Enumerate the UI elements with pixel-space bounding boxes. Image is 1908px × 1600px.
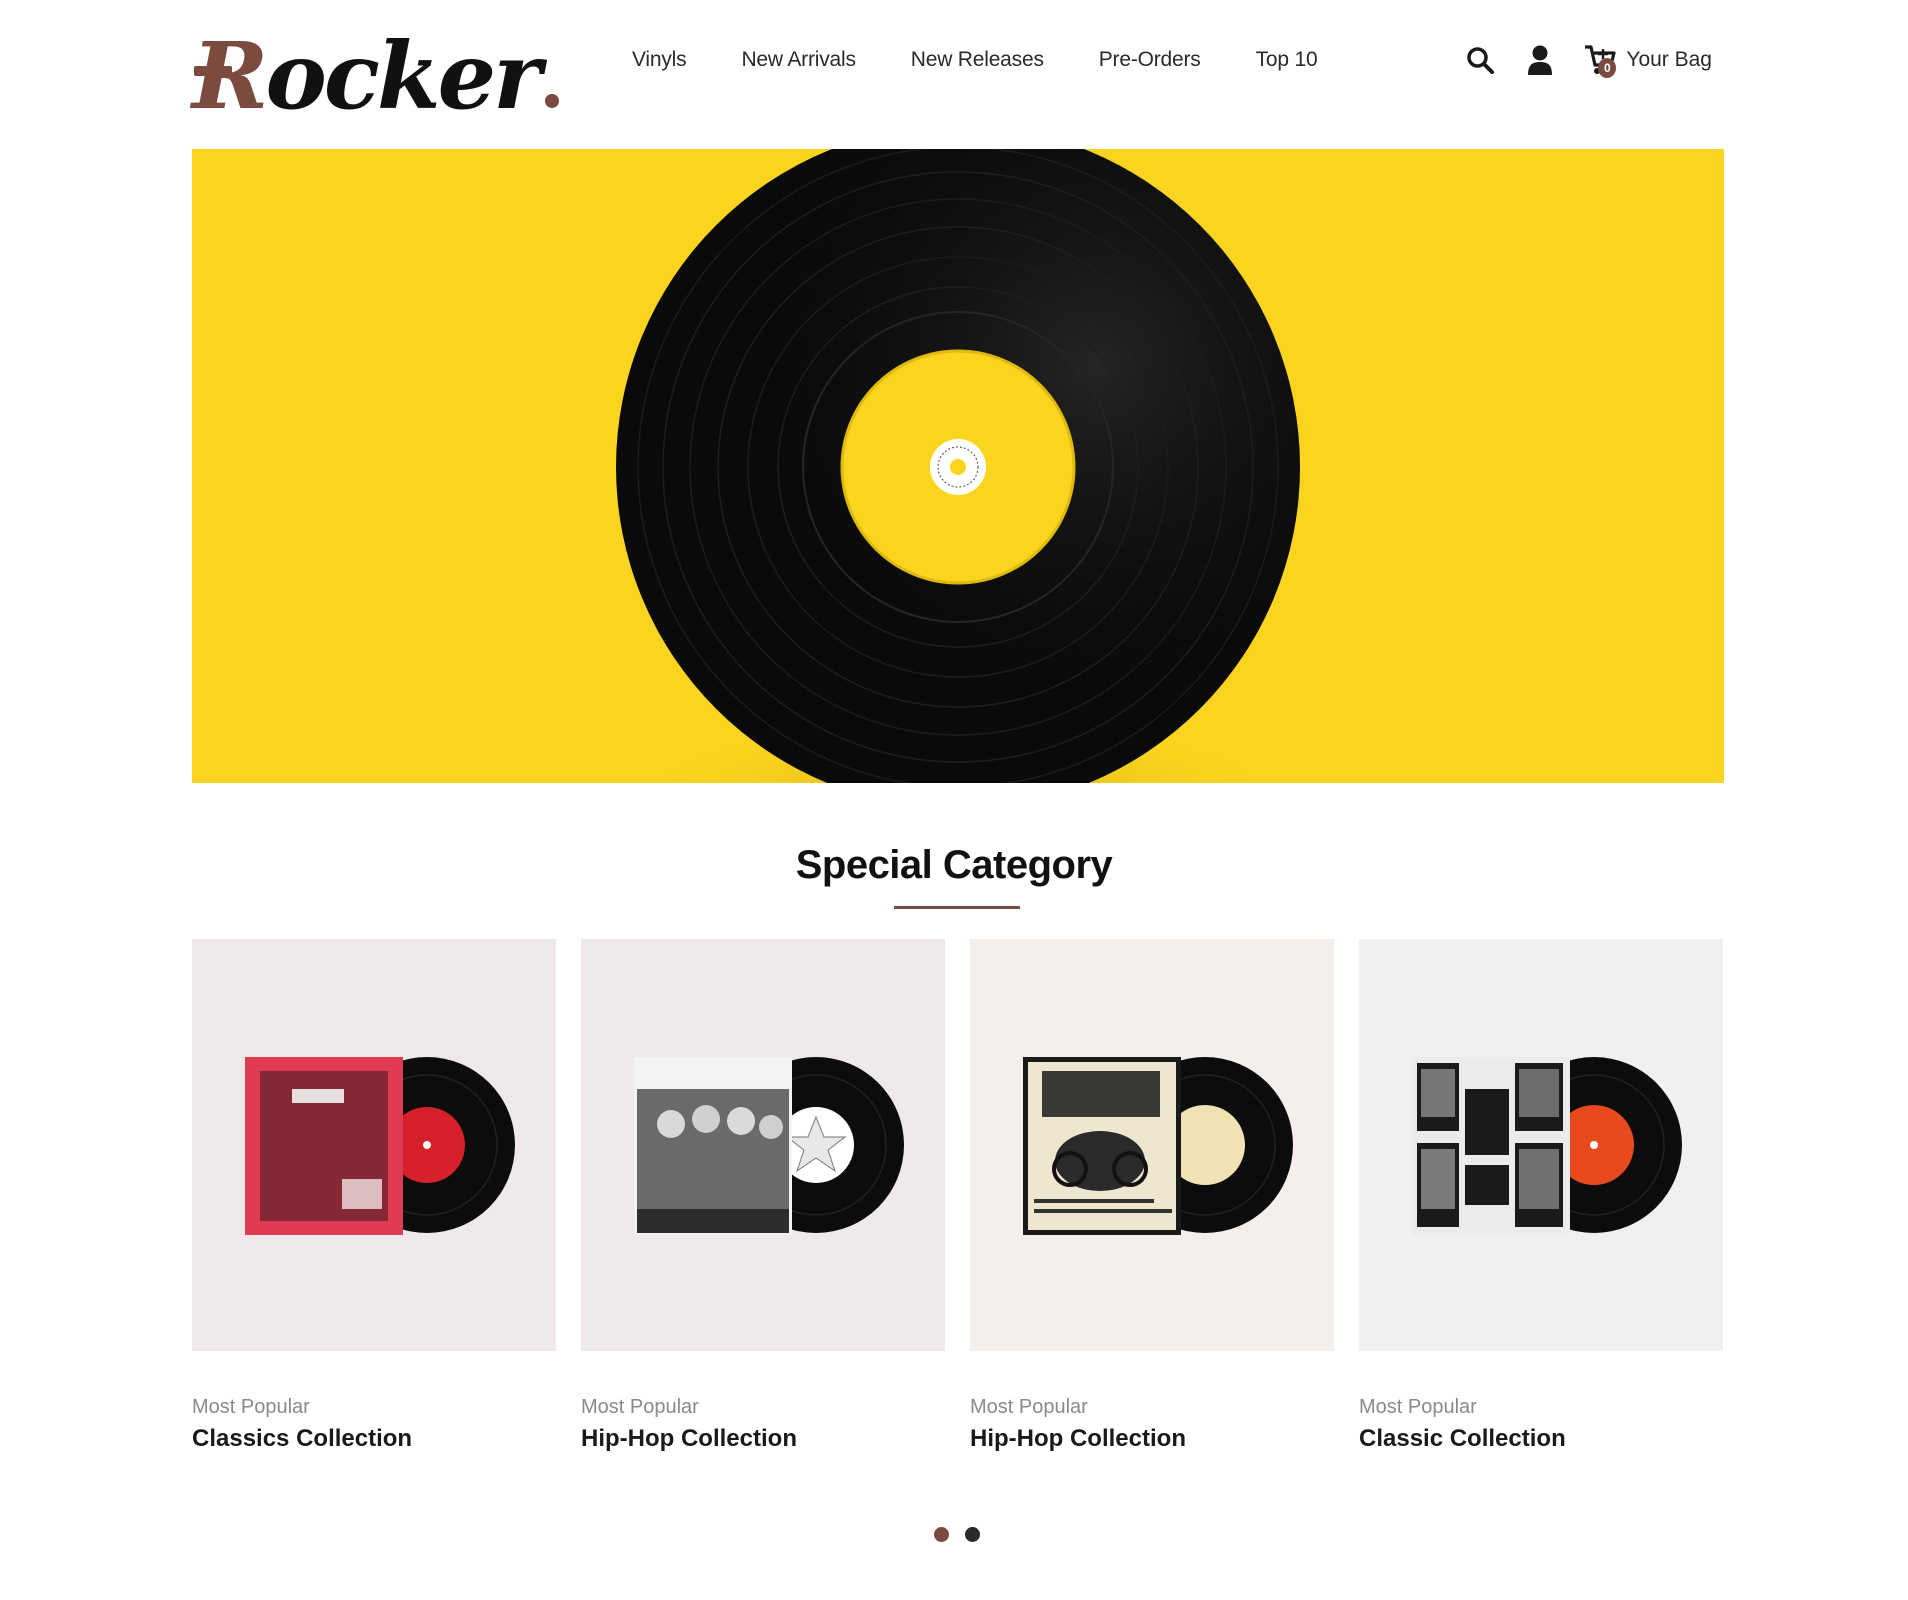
category-card[interactable]: Most Popular Hip-Hop Collection	[581, 939, 945, 1453]
hero-banner[interactable]	[192, 149, 1724, 783]
category-image[interactable]	[970, 939, 1334, 1351]
main-nav: Vinyls New Arrivals New Releases Pre-Ord…	[632, 48, 1318, 72]
category-title[interactable]: Classics Collection	[192, 1425, 556, 1453]
section-title-underline	[894, 906, 1020, 909]
nav-item-new-arrivals[interactable]: New Arrivals	[741, 48, 855, 72]
category-title[interactable]: Hip-Hop Collection	[581, 1425, 945, 1453]
category-image[interactable]	[192, 939, 556, 1351]
category-card[interactable]: Most Popular Hip-Hop Collection	[970, 939, 1334, 1453]
category-subtitle: Most Popular	[581, 1396, 699, 1418]
hero-vinyl-image	[616, 149, 1300, 783]
carousel-dot-2[interactable]	[965, 1527, 980, 1542]
category-card[interactable]: Most Popular Classic Collection	[1359, 939, 1723, 1453]
bag-button[interactable]: 0 Your Bag	[1584, 44, 1712, 78]
nav-item-new-releases[interactable]: New Releases	[911, 48, 1044, 72]
cart-icon: 0	[1584, 44, 1618, 78]
site-header: Rocker Vinyls New Arrivals New Releases …	[192, 0, 1724, 140]
category-list: Most Popular Classics Collection Most Po…	[192, 939, 1724, 1453]
nav-item-pre-orders[interactable]: Pre-Orders	[1099, 48, 1201, 72]
site-logo[interactable]: Rocker	[192, 12, 559, 122]
category-title[interactable]: Classic Collection	[1359, 1425, 1723, 1453]
header-actions: 0 Your Bag	[1464, 44, 1712, 78]
category-image[interactable]	[581, 939, 945, 1351]
category-title[interactable]: Hip-Hop Collection	[970, 1425, 1334, 1453]
category-subtitle: Most Popular	[1359, 1396, 1477, 1418]
category-subtitle: Most Popular	[192, 1396, 310, 1418]
logo-bar	[194, 66, 232, 76]
carousel-pagination	[934, 1527, 980, 1542]
category-subtitle: Most Popular	[970, 1396, 1088, 1418]
search-icon[interactable]	[1464, 44, 1496, 76]
logo-dot	[544, 94, 559, 108]
logo-text: Rocker	[192, 22, 542, 130]
nav-item-top-10[interactable]: Top 10	[1256, 48, 1318, 72]
bag-label: Your Bag	[1626, 48, 1712, 71]
nav-item-vinyls[interactable]: Vinyls	[632, 48, 687, 72]
category-card[interactable]: Most Popular Classics Collection	[192, 939, 556, 1453]
carousel-dot-1[interactable]	[934, 1527, 949, 1542]
category-image[interactable]	[1359, 939, 1723, 1351]
section-title: Special Category	[795, 843, 1113, 887]
user-icon[interactable]	[1524, 44, 1556, 76]
